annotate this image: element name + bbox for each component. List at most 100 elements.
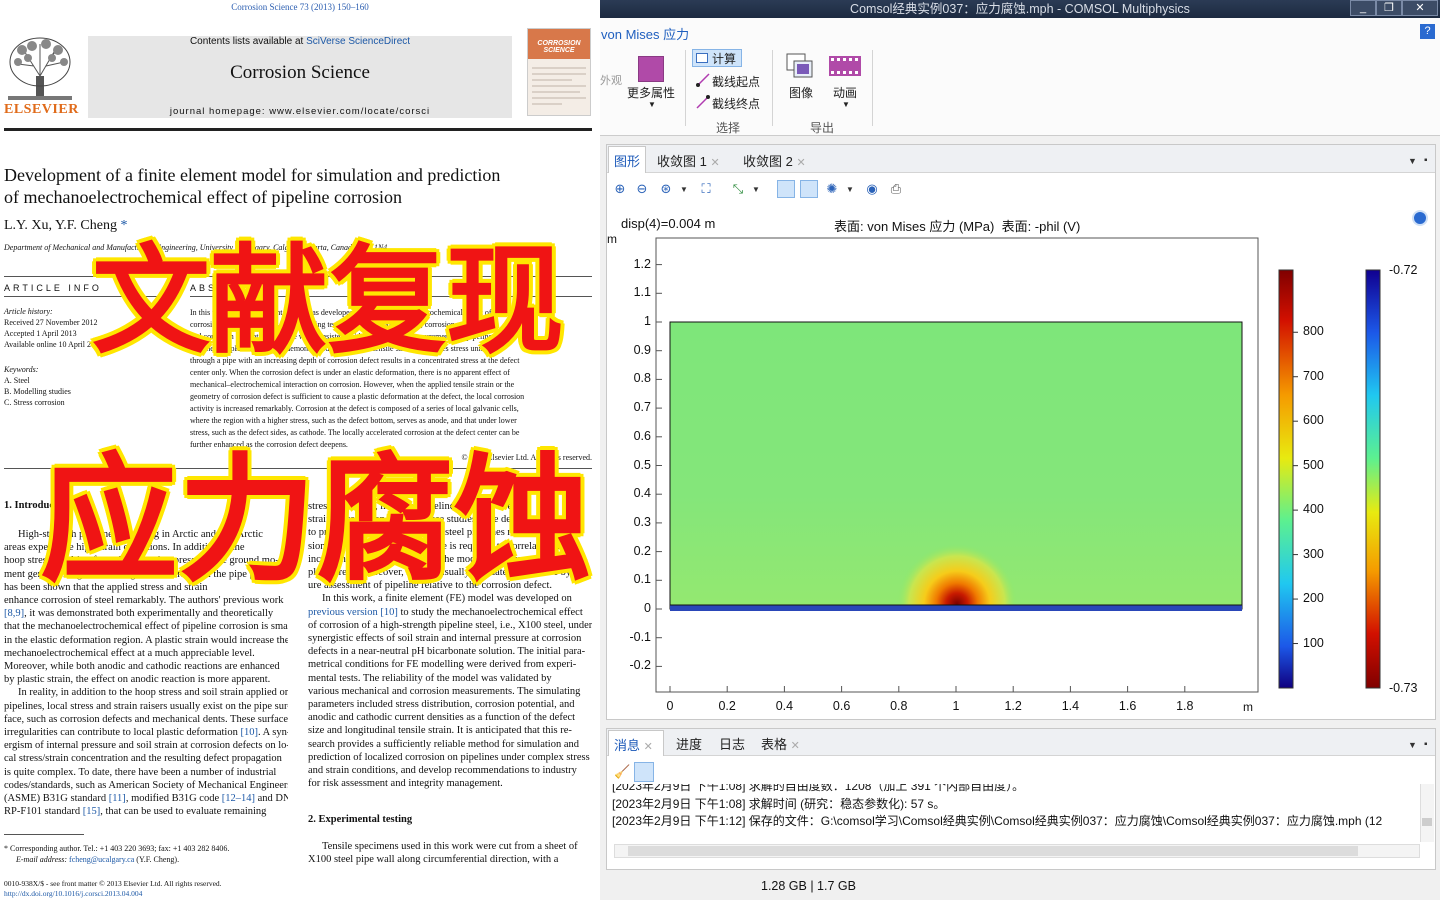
elsevier-tree-logo xyxy=(8,37,72,100)
body-line: Moreover, while both anodic and cathodic… xyxy=(4,661,280,673)
journal-homepage[interactable]: journal homepage: www.elsevier.com/locat… xyxy=(88,106,512,117)
body-line: by plastic strain, the effect on anodic … xyxy=(4,674,271,686)
body-line: parameters included stress distribution,… xyxy=(308,699,575,711)
y-tick-label: -0.2 xyxy=(629,658,651,673)
tab-messages[interactable]: 消息 ✕ xyxy=(614,735,653,754)
vertical-scrollbar[interactable] xyxy=(1420,784,1434,842)
header-rule xyxy=(4,128,592,131)
citation-link[interactable]: [10] xyxy=(240,727,258,738)
x-tick-label: 0.4 xyxy=(775,699,794,713)
x-tick-label: 0.8 xyxy=(890,699,908,713)
colorbar-von-mises xyxy=(1278,269,1294,689)
journal-reference[interactable]: Corrosion Science 73 (2013) 150–160 xyxy=(0,2,600,12)
y-tick-label: 0.3 xyxy=(633,514,651,529)
body-line: face, such as corrosion defects and mech… xyxy=(4,713,288,725)
footnotes: * Corresponding author. Tel.: +1 403 220… xyxy=(4,843,294,865)
y-tick-label: 1 xyxy=(644,314,651,328)
comsol-window: Comsol经典实例037：应力腐蚀.mph - COMSOL Multiphy… xyxy=(600,0,1440,900)
sciencedirect-link[interactable]: SciVerse ScienceDirect xyxy=(306,36,410,47)
journal-cover-title: CORROSION SCIENCE xyxy=(537,40,581,54)
stress-concentration xyxy=(670,322,1242,609)
citation-link[interactable]: previous version xyxy=(308,607,380,618)
footnote: * Corresponding author. Tel.: +1 403 220… xyxy=(4,844,230,853)
tab-log[interactable]: 日志 xyxy=(719,734,745,753)
body-line: (ASME) B31G standard [11], modified B31G… xyxy=(4,792,288,805)
x-tick-label: 0.6 xyxy=(832,699,851,713)
body-line: mental tests. The reliability of the mod… xyxy=(308,672,552,684)
article-title-line-2: of mechanoelectrochemical effect of pipe… xyxy=(4,187,402,207)
citation-link[interactable]: [11] xyxy=(109,793,126,804)
email-link[interactable]: fcheng@ucalgary.ca xyxy=(69,855,134,864)
y-tick-label: 0.1 xyxy=(633,572,651,587)
accepted-date: Accepted 1 April 2013 xyxy=(4,329,77,338)
body-line: irregularities can contribute to local p… xyxy=(4,726,288,739)
vertical-scrollbar-thumb[interactable] xyxy=(1422,818,1432,826)
body-line: Tensile specimens used in this work were… xyxy=(322,841,578,852)
body-line: various mechanical and corrosion measure… xyxy=(308,685,581,697)
y-tick-label: 1.2 xyxy=(633,256,651,271)
y-tick-label: 0.7 xyxy=(633,400,651,415)
body-line: previous version [10] to study the mecha… xyxy=(308,606,592,619)
email-owner: (Y.F. Cheng). xyxy=(134,855,180,864)
overlay-title-1: 文献复现 xyxy=(92,232,565,370)
horizontal-scrollbar-thumb[interactable] xyxy=(628,846,1358,856)
x-tick-label: 0.2 xyxy=(718,699,736,713)
colorbar-tick-label: 500 xyxy=(1303,457,1324,472)
panel-menu-icon[interactable]: ▼ xyxy=(1408,740,1417,750)
doi-link[interactable]: http://dx.doi.org/10.1016/j.corsci.2013.… xyxy=(4,888,142,899)
abstract-line: where the region with a higher stress, s… xyxy=(190,416,517,425)
colorbar-tick-label: 700 xyxy=(1303,368,1324,383)
colorbar-von-mises-ticks xyxy=(1293,331,1298,645)
body-line: mechanoelectrochemical effect at a much … xyxy=(4,647,255,659)
plot-domain xyxy=(669,321,1243,611)
body-text: , modified B31G code xyxy=(125,793,222,805)
body-line: of corrosion of a high-strength pipeline… xyxy=(308,619,592,631)
keyword: A. Steel xyxy=(4,376,30,385)
tab-progress[interactable]: 进度 xyxy=(676,734,702,753)
colorbar-potential xyxy=(1365,269,1381,689)
x-tick-label: 1.4 xyxy=(1061,699,1080,713)
citation-link[interactable]: [8,9] xyxy=(4,608,24,619)
keywords: Keywords: A. Steel B. Modelling studies … xyxy=(4,364,71,408)
x-tick-label: 1.8 xyxy=(1176,699,1194,713)
y-tick-label: 0.6 xyxy=(633,428,651,443)
colorbar-tick-label: 100 xyxy=(1303,635,1324,650)
body-line: in the elastic deformation region. A pla… xyxy=(4,634,288,646)
clear-messages-icon[interactable]: 🧹 xyxy=(614,764,630,780)
body-line: codes/standards, such as American Societ… xyxy=(4,779,288,791)
colorbar-tick-label: 200 xyxy=(1303,591,1324,606)
tab-table-label: 表格 xyxy=(761,737,788,752)
abstract-line: mechanical–electrochemical interaction o… xyxy=(190,380,515,389)
abstract-line: activity is increased remarkably. Corros… xyxy=(190,404,519,413)
paper-page: Corrosion Science 73 (2013) 150–160 ELSE… xyxy=(0,0,600,900)
abstract-line: geometry of corrosion defect is sufficie… xyxy=(190,392,525,401)
body-line: defects in a near-neutral pH bicarbonate… xyxy=(308,646,586,658)
footnote-email: E-mail address: fcheng@ucalgary.ca (Y.F.… xyxy=(4,854,294,865)
author-names: L.Y. Xu, Y.F. Cheng xyxy=(4,218,117,233)
x-tick-label: 1.6 xyxy=(1118,699,1137,713)
history-label: Article history: xyxy=(4,307,53,316)
tab-table[interactable]: 表格 ✕ xyxy=(761,734,800,753)
abstract-line: stress, such as the defect sides, as cat… xyxy=(190,428,520,437)
citation-link[interactable]: [15] xyxy=(83,806,101,817)
right-column-text-2: Tensile specimens used in this work were… xyxy=(308,840,592,866)
y-tick-label: -0.1 xyxy=(629,629,651,644)
section-heading-2: 2. Experimental testing xyxy=(308,814,413,825)
corresponding-mark[interactable]: * xyxy=(120,218,127,233)
close-icon[interactable]: ✕ xyxy=(791,740,800,752)
body-line: that the mechanoelectrochemical effect o… xyxy=(4,621,288,633)
citation-link[interactable]: [10] xyxy=(380,607,398,618)
body-text: RP-F101 standard xyxy=(4,806,83,818)
y-tick-label: 1.1 xyxy=(633,285,651,300)
pin-icon[interactable]: ▪ xyxy=(1424,739,1428,750)
status-bar xyxy=(600,872,1440,900)
body-line: ergism of internal pressure and soil str… xyxy=(4,740,288,752)
body-line: prediction of localized corrosion on pip… xyxy=(308,751,590,763)
colorbar-tick-label: 300 xyxy=(1303,546,1324,561)
keyword: B. Modelling studies xyxy=(4,387,71,396)
citation-link[interactable]: [12–14] xyxy=(222,793,255,804)
close-icon[interactable]: ✕ xyxy=(644,741,653,753)
copy-messages-icon[interactable] xyxy=(634,762,654,782)
y-tick-label: 0.8 xyxy=(633,371,651,386)
article-title-line-1: Development of a finite element model fo… xyxy=(4,165,501,185)
